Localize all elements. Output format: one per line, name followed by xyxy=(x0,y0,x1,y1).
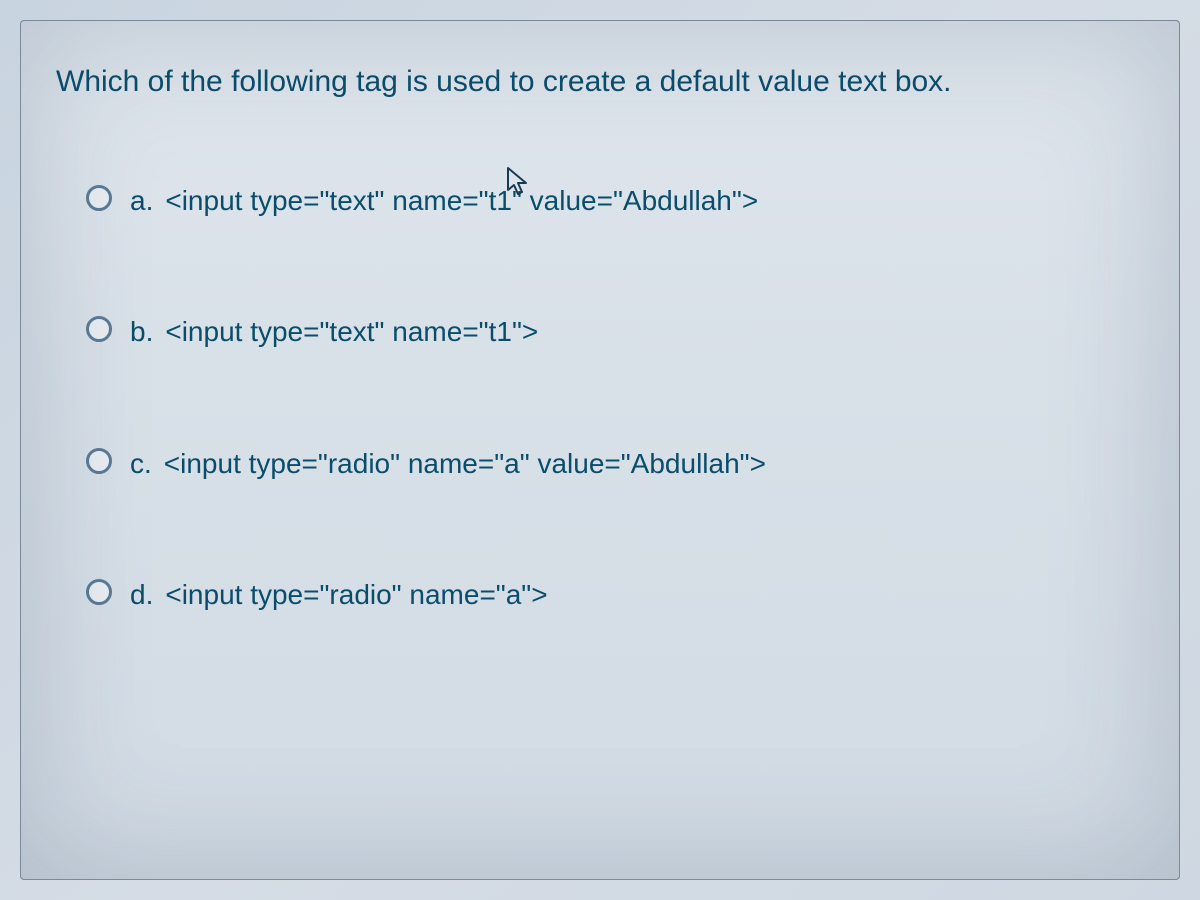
options-list: a. <input type="text" name="t1" value="A… xyxy=(56,183,1144,614)
radio-button[interactable] xyxy=(86,185,112,211)
question-card: Which of the following tag is used to cr… xyxy=(20,20,1180,880)
option-text: <input type="radio" name="a"> xyxy=(165,577,547,613)
cursor-icon xyxy=(506,166,530,198)
option-b[interactable]: b. <input type="text" name="t1"> xyxy=(86,314,1144,350)
option-label: c. xyxy=(130,446,152,482)
option-c[interactable]: c. <input type="radio" name="a" value="A… xyxy=(86,446,1144,482)
question-prompt: Which of the following tag is used to cr… xyxy=(56,61,1144,103)
radio-button[interactable] xyxy=(86,448,112,474)
option-label: a. xyxy=(130,183,153,219)
option-d[interactable]: d. <input type="radio" name="a"> xyxy=(86,577,1144,613)
option-text: <input type="text" name="t1"> xyxy=(165,314,538,350)
radio-button[interactable] xyxy=(86,316,112,342)
option-text: <input type="text" name="t1" value="Abdu… xyxy=(165,183,758,219)
radio-button[interactable] xyxy=(86,579,112,605)
option-a[interactable]: a. <input type="text" name="t1" value="A… xyxy=(86,183,1144,219)
option-text: <input type="radio" name="a" value="Abdu… xyxy=(164,446,766,482)
option-label: b. xyxy=(130,314,153,350)
option-label: d. xyxy=(130,577,153,613)
